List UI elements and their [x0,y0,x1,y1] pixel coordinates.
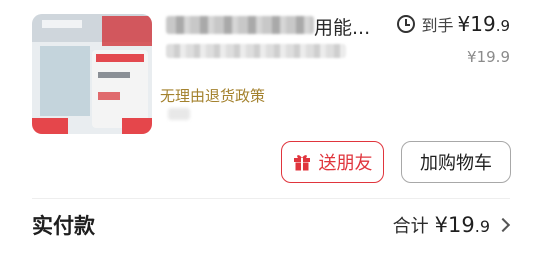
clock-icon [397,15,416,33]
send-to-friend-label: 送朋友 [318,153,373,174]
thumbnail-block [98,72,130,78]
final-price: 到手 ¥19.9 [397,12,510,36]
thumbnail-block [42,20,82,28]
total-label: 合计 [392,216,429,237]
chevron-right-icon [495,217,511,233]
divider [32,198,510,199]
return-policy-note: 无理由退货政策 [160,87,266,105]
send-to-friend-button[interactable]: 送朋友 [281,141,384,183]
thumbnail-block [98,92,120,100]
original-price: ¥19.9 [467,48,510,66]
product-spec-obscured [166,44,346,58]
thumbnail-block [96,54,144,62]
product-thumbnail[interactable] [32,14,152,134]
thumbnail-block [102,16,152,46]
total-amount[interactable]: 合计 ¥19.9 [392,212,511,238]
product-title-obscured[interactable] [166,16,314,34]
add-to-cart-button[interactable]: 加购物车 [401,141,511,183]
order-item-card: 用能... 到手 ¥19.9 ¥19.9 无理由退货政策 送朋友 加购物车 实付… [0,0,540,257]
add-to-cart-label: 加购物车 [420,153,492,174]
obscured-tag [168,108,190,120]
paid-amount-label: 实付款 [32,214,95,238]
thumbnail-block [40,46,90,116]
product-title-suffix[interactable]: 用能... [314,13,370,40]
final-price-value: ¥19.9 [457,12,511,36]
thumbnail-block [122,118,152,134]
total-value: ¥19.9 [434,213,490,237]
gift-icon [293,153,311,171]
final-price-label: 到手 [421,16,454,35]
thumbnail-block [32,118,68,134]
